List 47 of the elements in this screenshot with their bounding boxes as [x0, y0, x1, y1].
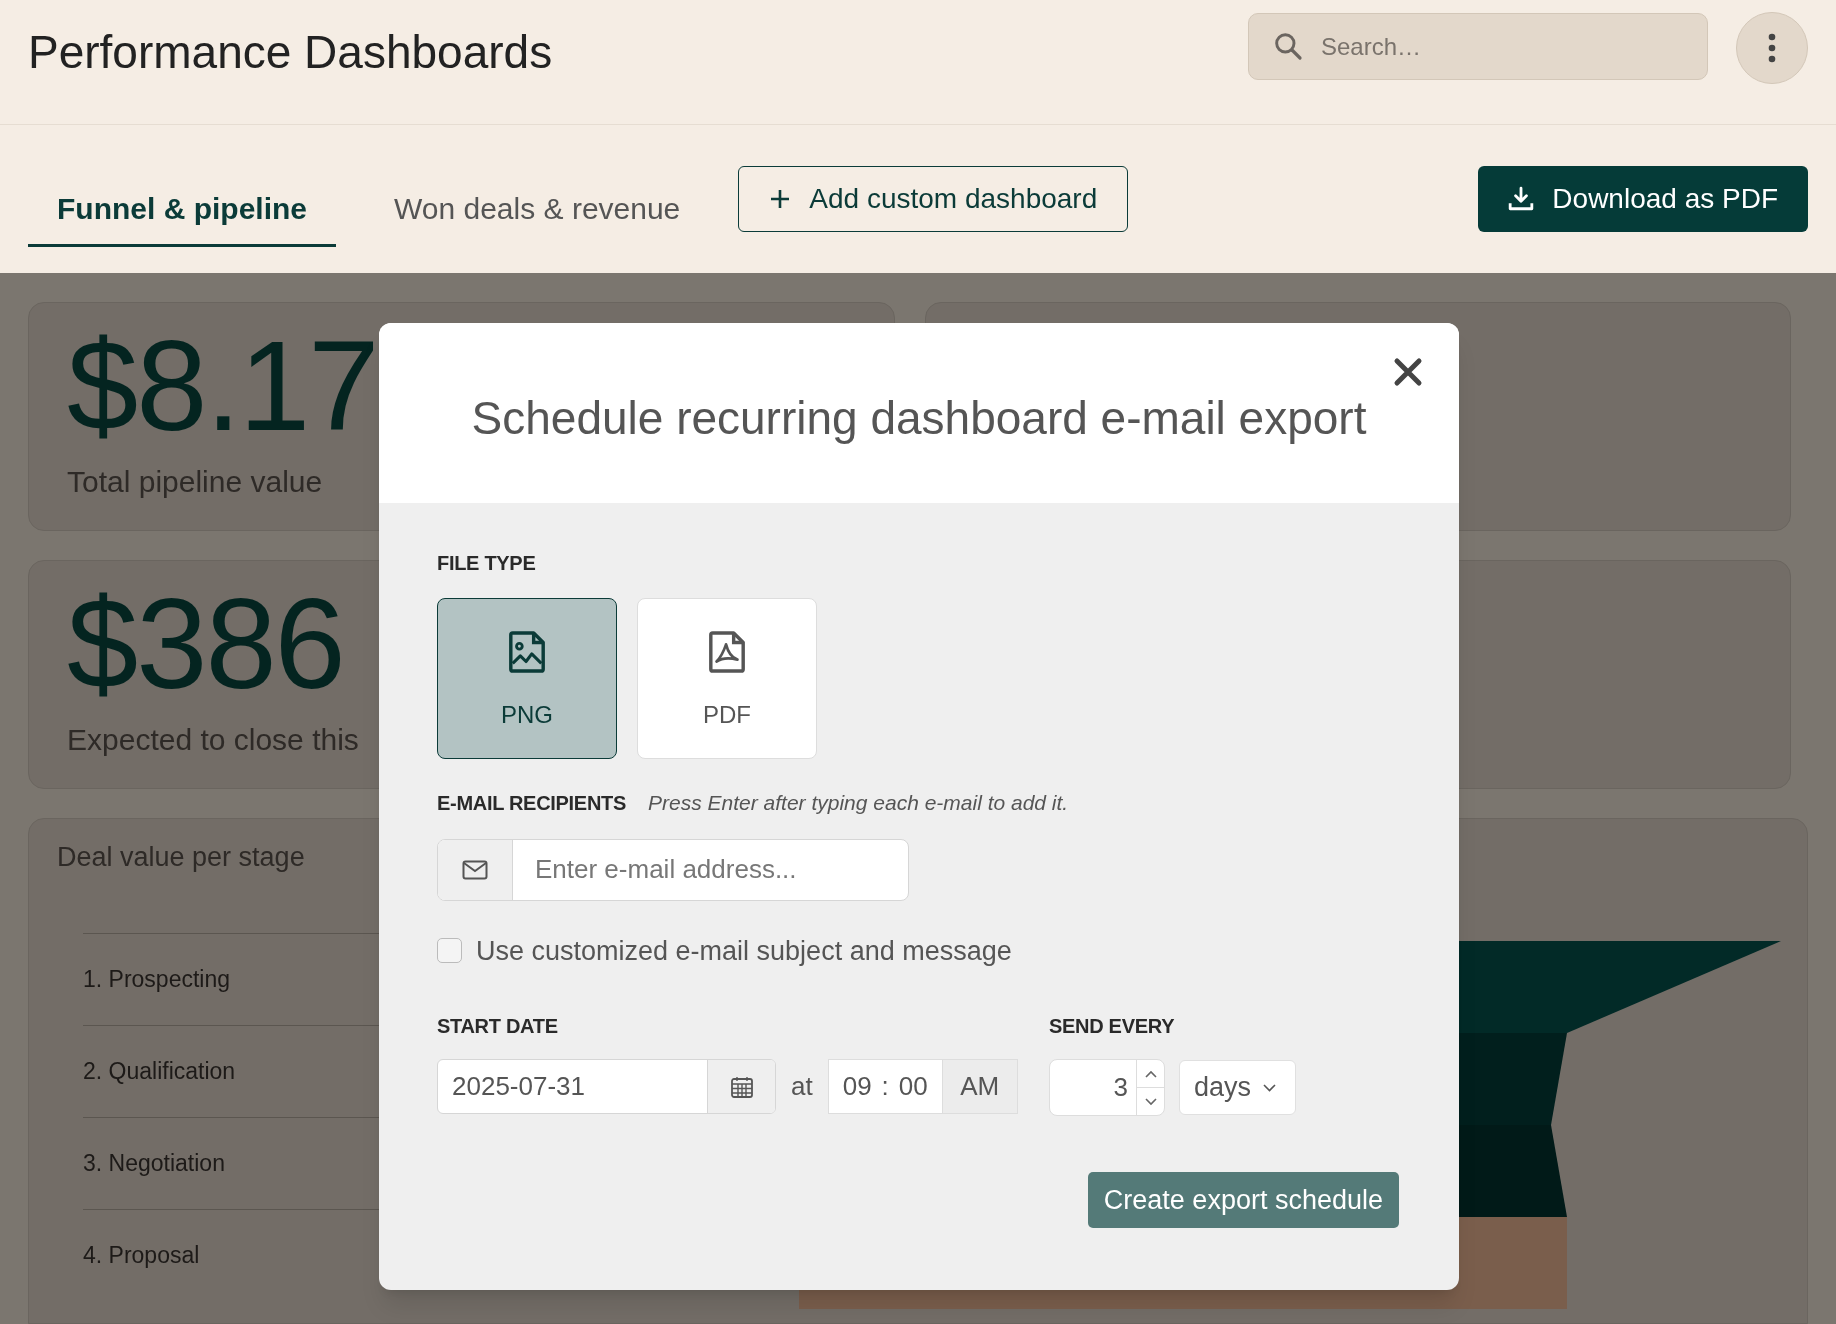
- add-dashboard-button[interactable]: Add custom dashboard: [738, 166, 1129, 232]
- stat-value: $386: [67, 579, 344, 709]
- tab[interactable]: Funnel & pipeline: [28, 173, 336, 247]
- checkbox-label: Use customized e-mail subject and message: [476, 934, 1012, 968]
- calendar-icon: [729, 1074, 754, 1099]
- field-label: E-MAIL RECIPIENTS: [437, 791, 626, 816]
- stage-label: 4. Proposal: [83, 1240, 200, 1270]
- download-button[interactable]: Download as PDF: [1478, 166, 1808, 232]
- number-field[interactable]: 3: [1049, 1059, 1165, 1116]
- stage-label: 3. Negotiation: [83, 1148, 225, 1178]
- date-field[interactable]: 2025-07-31: [437, 1059, 776, 1114]
- file-type-option[interactable]: PDF: [637, 598, 817, 759]
- at-label: at: [791, 1070, 813, 1103]
- more-icon: [1768, 33, 1776, 63]
- search-field[interactable]: Search…: [1248, 13, 1708, 80]
- field-label: FILE TYPE: [437, 551, 537, 576]
- file-type-option[interactable]: PNG: [437, 598, 617, 759]
- stage-label: 1. Prospecting: [83, 964, 231, 994]
- close-icon: [1393, 357, 1423, 387]
- plus-icon: [769, 188, 792, 210]
- close-button[interactable]: [1393, 357, 1423, 387]
- hour-value: 09: [842, 1070, 872, 1103]
- page-title: Performance Dashboards: [28, 25, 553, 80]
- checkbox[interactable]: [437, 938, 462, 964]
- stage-label: 2. Qualification: [83, 1056, 236, 1086]
- image-file-icon: [507, 629, 547, 675]
- time-field[interactable]: 09 : 00 AM: [827, 1059, 1018, 1114]
- pdf-file-icon: [707, 629, 747, 675]
- chevron-up-icon: [1144, 1069, 1157, 1078]
- minute-value: 00: [898, 1070, 928, 1103]
- field-label: START DATE: [437, 1014, 559, 1039]
- tab[interactable]: Won deals & revenue: [365, 173, 710, 247]
- stat-label: Total pipeline value: [67, 464, 323, 500]
- chevron-down-icon: [1144, 1097, 1157, 1106]
- chart-title: Deal value per stage: [57, 841, 305, 874]
- stat-value: $8.17: [67, 321, 378, 451]
- dialog-title: Schedule recurring dashboard e-mail export: [471, 390, 1367, 446]
- field-hint: Press Enter after typing each e-mail to add it.: [648, 790, 1069, 816]
- field-label: SEND EVERY: [1049, 1014, 1176, 1039]
- search-icon: [1272, 30, 1304, 62]
- unit-select[interactable]: days: [1179, 1060, 1296, 1115]
- create-schedule-button[interactable]: Create export schedule: [1087, 1172, 1399, 1228]
- mail-icon: [462, 859, 488, 880]
- download-icon: [1508, 186, 1535, 212]
- time-separator: :: [881, 1070, 889, 1103]
- chevron-down-icon: [1263, 1083, 1277, 1092]
- stat-label: Expected to close this: [67, 722, 359, 758]
